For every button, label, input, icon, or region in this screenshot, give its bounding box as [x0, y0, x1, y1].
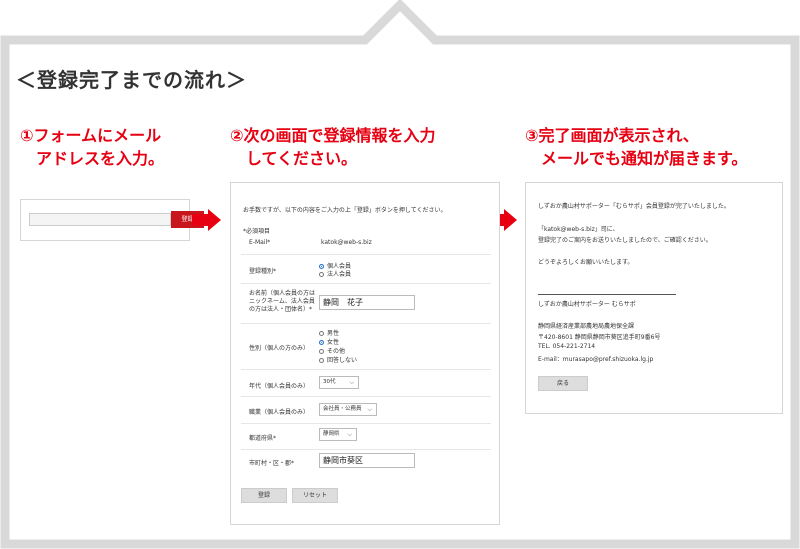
name-label: お名前（個人会員の方は ニックネーム、法人会員 の方は法人・団体名）*: [249, 290, 316, 313]
required-note: *必須項目: [243, 228, 271, 235]
radio-male[interactable]: 男性: [319, 328, 339, 337]
reset-button[interactable]: リセット: [292, 488, 338, 503]
city-label: 市町村・区・郡*: [249, 460, 295, 467]
form-intro: お手数ですが、以下の内容をご入力の上「登録」ボタンを押してください。: [243, 207, 447, 214]
mail-line-3: 登録完了のご案内をお送りいたしましたので、ご確認ください。: [538, 237, 712, 244]
chevron-down-icon: ⌵: [347, 431, 352, 438]
name-input[interactable]: 静岡 花子: [319, 295, 415, 310]
step-2-registration-form: お手数ですが、以下の内容をご入力の上「登録」ボタンを押してください。 *必須項目…: [230, 182, 500, 525]
radio-icon: [319, 358, 324, 363]
step-1-line1: ①フォームにメール: [20, 126, 162, 145]
radio-icon: [319, 331, 324, 336]
type-label: 登録種別*: [249, 268, 277, 275]
email-value: katok@web-s.biz: [321, 239, 372, 246]
page-title: ＜登録完了までの流れ＞: [16, 68, 247, 92]
signature-line-5: E-mail：murasapo@pref.shizuoka.lg.jp: [538, 356, 654, 363]
city-input[interactable]: 静岡市葵区: [319, 453, 415, 468]
divider: [241, 369, 491, 370]
mail-line-2: 「katok@web-s.biz」司に、: [538, 226, 619, 233]
radio-icon: [319, 340, 324, 345]
email-input[interactable]: [29, 213, 171, 226]
step-3-line1: ③完了画面が表示され、: [525, 126, 699, 145]
radio-icon: [319, 272, 324, 277]
signature-divider: [538, 294, 676, 295]
radio-female-label: 女性: [327, 339, 340, 346]
divider: [241, 449, 491, 450]
gender-label: 性別（個人の方のみ）: [249, 345, 310, 352]
divider: [241, 396, 491, 397]
age-label: 年代（個人会員のみ）: [249, 383, 310, 390]
chevron-down-icon: ⌵: [367, 406, 372, 413]
mail-line-4: どうぞよろしくお願いいたします。: [538, 259, 634, 266]
step-3-line2: メールでも通知が届きます。: [541, 149, 748, 168]
radio-male-label: 男性: [327, 330, 340, 337]
signature-line-2: 静岡県経済産業部農地局農地保全課: [538, 323, 635, 330]
chevron-down-icon: ⌵: [349, 379, 354, 386]
step-3-caption: ③完了画面が表示され、 メールでも通知が届きます。: [525, 124, 747, 170]
divider: [241, 254, 491, 255]
step-1-caption: ①フォームにメール アドレスを入力。: [20, 124, 164, 170]
divider: [241, 323, 491, 324]
prefecture-select-value: 静岡県: [323, 431, 340, 437]
divider: [241, 283, 491, 284]
email-label: E-Mail*: [249, 239, 271, 246]
right-arrow-icon: [192, 209, 221, 231]
step-1-line2: アドレスを入力。: [36, 149, 165, 168]
step-1-email-form: 登録: [20, 199, 204, 241]
back-button[interactable]: 戻る: [538, 376, 588, 391]
radio-icon: [319, 349, 324, 354]
radio-corporate[interactable]: 法人会員: [319, 269, 351, 278]
mail-line-1: しずおか農山村サポーター「むらサポ」会員登録が完了いたしました。: [538, 203, 730, 210]
radio-no-answer-label: 回答しない: [327, 357, 358, 364]
job-select-value: 会社員・公務員: [323, 406, 362, 412]
prefecture-select[interactable]: 静岡県 ⌵: [319, 428, 357, 441]
step-2-caption: ②次の画面で登録情報を入力 してください。: [230, 124, 436, 170]
radio-corporate-label: 法人会員: [327, 271, 352, 278]
prefecture-label: 都道府県*: [249, 435, 277, 442]
radio-no-answer[interactable]: 回答しない: [319, 355, 357, 364]
job-label: 職業（個人会員のみ）: [249, 409, 310, 416]
signature-line-3: 〒420-8601 静岡県静岡市葵区追手町9番6号: [538, 334, 661, 341]
age-select[interactable]: 30代 ⌵: [319, 376, 359, 389]
step-2-line1: ②次の画面で登録情報を入力: [230, 126, 436, 145]
submit-button[interactable]: 登録: [241, 488, 287, 503]
divider: [241, 423, 491, 424]
step-2-line2: してください。: [246, 149, 358, 168]
radio-female[interactable]: 女性: [319, 337, 339, 346]
signature-line-1: しずおか農山村サポーター むらサポ: [538, 301, 636, 308]
radio-other[interactable]: その他: [319, 346, 345, 355]
age-select-value: 30代: [323, 379, 336, 385]
job-select[interactable]: 会社員・公務員 ⌵: [319, 403, 377, 416]
signature-line-4: TEL. 054-221-2714: [538, 343, 596, 350]
radio-other-label: その他: [327, 348, 346, 355]
step-3-confirmation-mail: しずおか農山村サポーター「むらサポ」会員登録が完了いたしました。 「katok@…: [525, 182, 783, 414]
